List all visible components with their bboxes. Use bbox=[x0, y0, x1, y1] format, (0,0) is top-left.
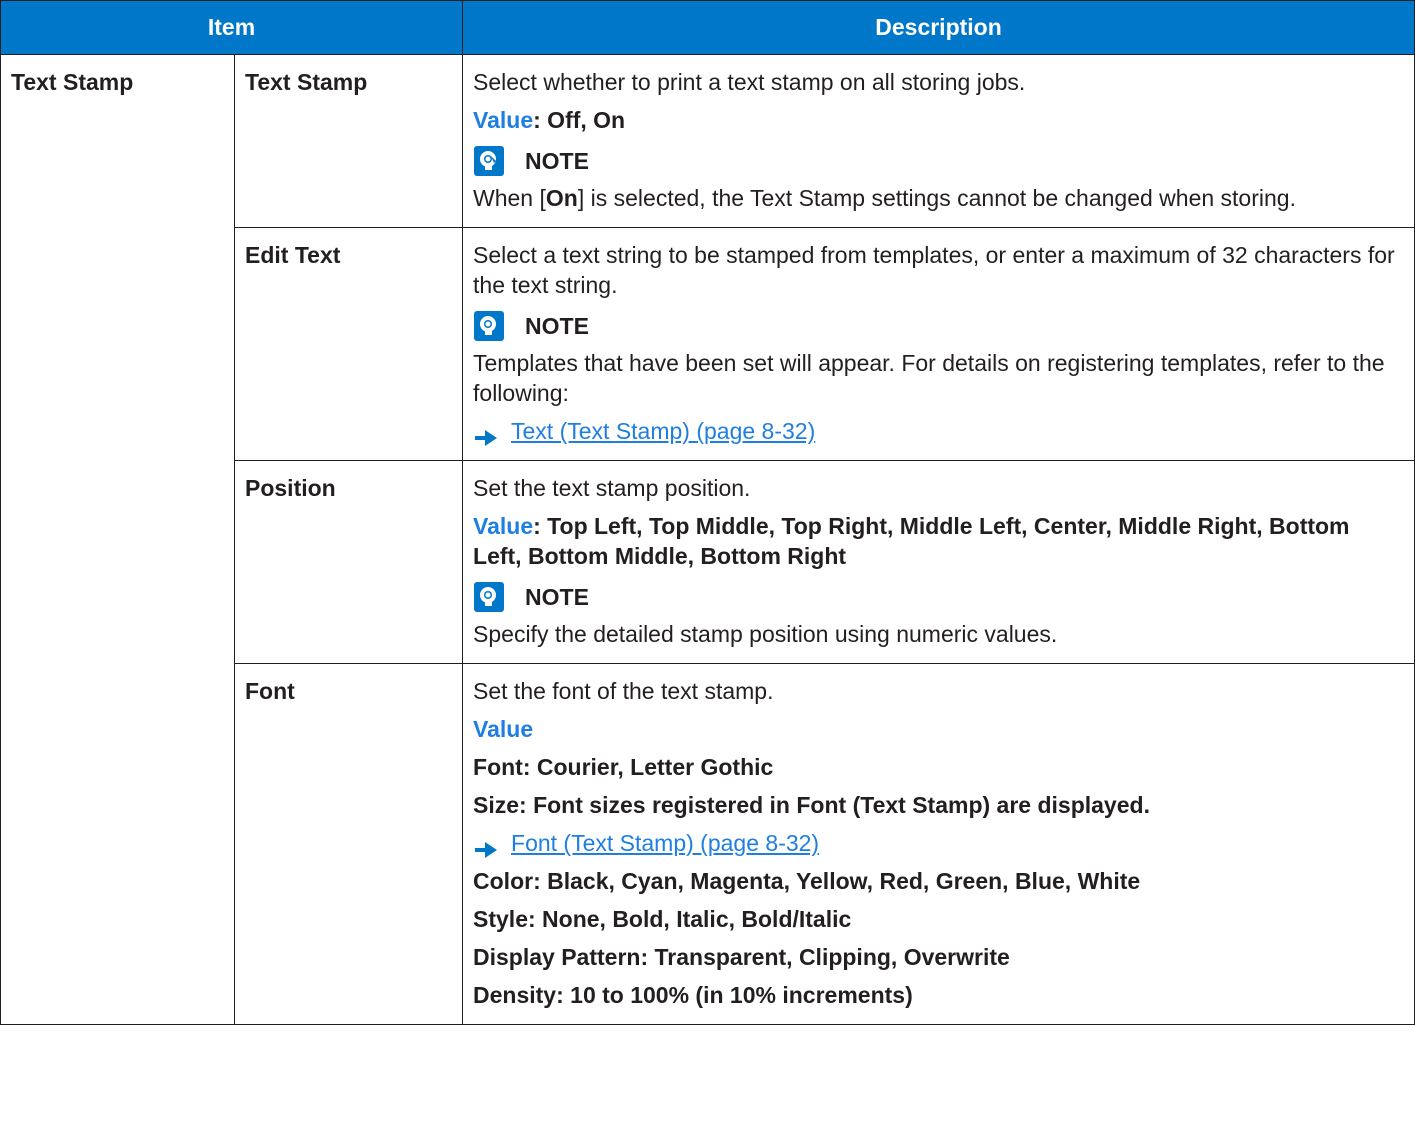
note-text-post: ] is selected, the Text Stamp settings c… bbox=[577, 185, 1296, 211]
note-text: Templates that have been set will appear… bbox=[473, 350, 1385, 406]
value-label: Value bbox=[473, 716, 534, 742]
description-text: Select a text string to be stamped from … bbox=[473, 242, 1395, 298]
table-header-row: Item Description bbox=[0, 0, 1415, 55]
note-text: When [On] is selected, the Text Stamp se… bbox=[473, 183, 1404, 213]
note-heading: NOTE bbox=[473, 143, 1404, 179]
size-value-line: Size: Font sizes registered in Font (Tex… bbox=[473, 792, 1150, 818]
value-line: Value: Off, On bbox=[473, 105, 1404, 135]
category-text-stamp: Text Stamp bbox=[0, 54, 235, 1025]
value-options: : Top Left, Top Middle, Top Right, Middl… bbox=[473, 513, 1350, 569]
arrow-right-icon bbox=[475, 835, 498, 858]
value-label: Value bbox=[473, 107, 534, 133]
note-text-bold: On bbox=[545, 185, 578, 211]
table-row: Text Stamp Text Stamp Select whether to … bbox=[0, 54, 1415, 1025]
item-position: Position bbox=[233, 460, 464, 664]
note-title: NOTE bbox=[525, 313, 589, 339]
desc-edit-text: Select a text string to be stamped from … bbox=[462, 227, 1415, 461]
density-value-line: Density: 10 to 100% (in 10% increments) bbox=[473, 982, 913, 1008]
style-value-line: Style: None, Bold, Italic, Bold/Italic bbox=[473, 906, 852, 932]
header-item: Item bbox=[0, 0, 464, 55]
value-line: Value: Top Left, Top Middle, Top Right, … bbox=[473, 511, 1404, 571]
header-description: Description bbox=[462, 0, 1415, 55]
note-title: NOTE bbox=[525, 148, 589, 174]
item-edit-text: Edit Text bbox=[233, 227, 464, 461]
note-heading: NOTE bbox=[473, 308, 1404, 344]
value-options: : Off, On bbox=[533, 107, 626, 133]
desc-position: Set the text stamp position. Value: Top … bbox=[462, 460, 1415, 664]
description-text: Select whether to print a text stamp on … bbox=[473, 69, 1026, 95]
display-pattern-value-line: Display Pattern: Transparent, Clipping, … bbox=[473, 944, 1010, 970]
text-text-stamp-link[interactable]: Text (Text Stamp) (page 8-32) bbox=[511, 416, 815, 446]
arrow-right-icon bbox=[475, 423, 498, 446]
note-title: NOTE bbox=[525, 584, 589, 610]
reference-link-line: Text (Text Stamp) (page 8-32) bbox=[473, 416, 1404, 446]
note-text-pre: When [ bbox=[473, 185, 546, 211]
lightbulb-note-icon bbox=[473, 310, 505, 342]
item-font: Font bbox=[233, 663, 464, 1025]
reference-link-line: Font (Text Stamp) (page 8-32) bbox=[473, 828, 1404, 858]
note-heading: NOTE bbox=[473, 579, 1404, 615]
item-text-stamp: Text Stamp bbox=[233, 54, 464, 228]
desc-font: Set the font of the text stamp. Value Fo… bbox=[462, 663, 1415, 1025]
font-text-stamp-link[interactable]: Font (Text Stamp) (page 8-32) bbox=[511, 828, 819, 858]
lightbulb-note-icon bbox=[473, 581, 505, 613]
description-text: Set the text stamp position. bbox=[473, 475, 751, 501]
lightbulb-note-icon bbox=[473, 145, 505, 177]
settings-table: Item Description Text Stamp Text Stamp S… bbox=[0, 0, 1415, 1025]
font-value-line: Font: Courier, Letter Gothic bbox=[473, 754, 774, 780]
value-label: Value bbox=[473, 513, 534, 539]
note-text: Specify the detailed stamp position usin… bbox=[473, 621, 1058, 647]
description-text: Set the font of the text stamp. bbox=[473, 678, 774, 704]
desc-text-stamp: Select whether to print a text stamp on … bbox=[462, 54, 1415, 228]
color-value-line: Color: Black, Cyan, Magenta, Yellow, Red… bbox=[473, 868, 1141, 894]
